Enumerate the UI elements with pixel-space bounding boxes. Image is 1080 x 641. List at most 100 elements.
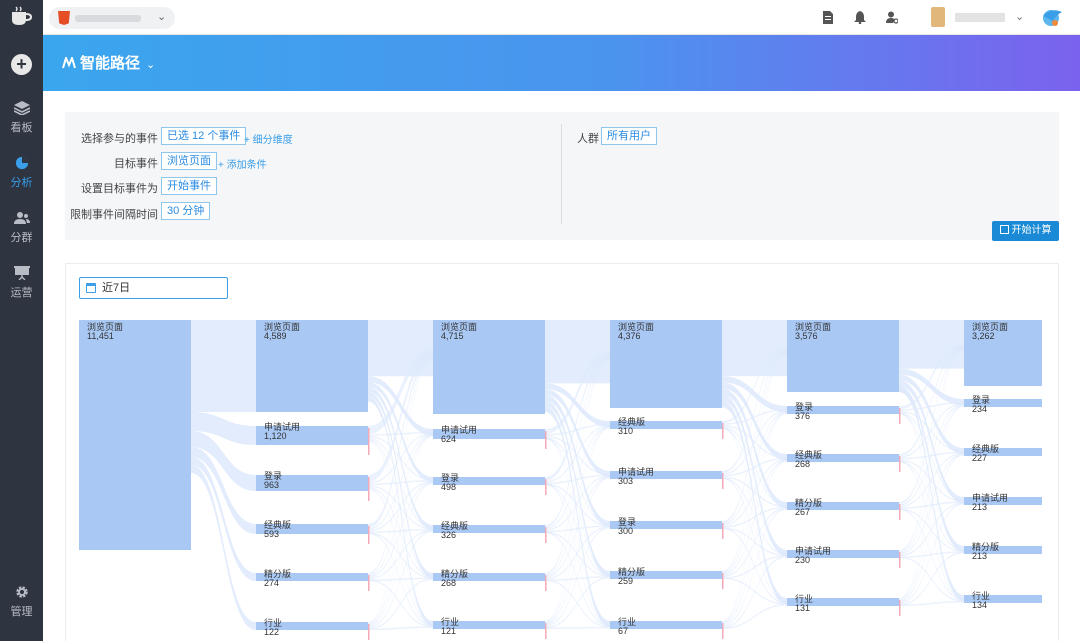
bell-icon[interactable]: [854, 11, 866, 24]
sankey-node-value: 963: [264, 480, 279, 490]
sankey-node-value: 4,589: [264, 331, 287, 341]
sankey-link: [545, 320, 610, 384]
sankey-node-value: 300: [618, 526, 633, 536]
sankey-node-value: 134: [972, 600, 987, 610]
sankey-link: [191, 320, 256, 412]
users-icon: [13, 212, 30, 224]
sankey-node-value: 227: [972, 453, 987, 463]
sankey-node-value: 3,262: [972, 331, 995, 341]
sankey-node-value: 326: [441, 530, 456, 540]
project-selector[interactable]: ⌄: [49, 7, 175, 29]
sankey-node-dropoff: [368, 575, 370, 591]
set-target-label: 设置目标事件为: [81, 183, 158, 195]
sankey-node-dropoff: [545, 479, 547, 495]
sankey-node-value: 121: [441, 626, 456, 636]
crowd-select[interactable]: 所有用户: [601, 127, 657, 145]
divider: [561, 124, 562, 224]
html5-icon: [58, 11, 70, 25]
crowd-label: 人群: [577, 133, 599, 145]
sankey-node-dropoff: [545, 527, 547, 543]
project-name-redacted: [75, 15, 141, 22]
coffee-cup-logo-icon[interactable]: [9, 6, 33, 28]
sankey-node-value: 268: [795, 459, 810, 469]
nav-item-manage[interactable]: 管理: [0, 585, 43, 629]
sankey-node[interactable]: [79, 320, 191, 550]
nav-item-dashboard[interactable]: 看板: [0, 101, 43, 145]
sankey-link: [368, 320, 433, 377]
sankey-node-dropoff: [368, 526, 370, 544]
date-range-label: 近7日: [102, 282, 131, 294]
sankey-node-value: 213: [972, 551, 987, 561]
sankey-node-value: 498: [441, 482, 456, 492]
page-title: 智能路径: [80, 55, 141, 72]
events-select[interactable]: 已选 12 个事件: [161, 127, 247, 145]
document-icon[interactable]: [822, 11, 834, 24]
chevron-down-icon: ⌄: [146, 59, 156, 71]
sankey-node-value: 230: [795, 555, 810, 565]
sankey-node-dropoff: [722, 523, 724, 539]
sankey-node-dropoff: [368, 428, 370, 455]
nav-item-label: 管理: [10, 606, 33, 618]
sankey-node-dropoff: [368, 624, 370, 640]
sankey-node-value: 303: [618, 476, 633, 486]
sankey-node-value: 122: [264, 627, 279, 637]
target-event-select[interactable]: 浏览页面: [161, 152, 217, 170]
date-range-picker[interactable]: 近7日: [79, 277, 228, 299]
nav-item-label: 看板: [10, 122, 33, 134]
pie-chart-icon: [15, 156, 28, 170]
add-condition-link[interactable]: + 添加条件: [218, 156, 267, 171]
sankey-node-dropoff: [722, 573, 724, 589]
top-bar: ⌄ ⌄: [43, 0, 1080, 35]
brand-bird-icon[interactable]: [1041, 7, 1063, 27]
sankey-node-value: 310: [618, 426, 633, 436]
calculator-icon: [999, 225, 1009, 234]
sankey-link: [722, 320, 787, 377]
add-icon[interactable]: +: [11, 54, 32, 75]
path-logo-icon: [62, 57, 76, 69]
sankey-node-dropoff: [368, 477, 370, 501]
sankey-node-value: 259: [618, 576, 633, 586]
sankey-node-dropoff: [545, 575, 547, 591]
sankey-node-value: 267: [795, 507, 810, 517]
sankey-node-dropoff: [899, 408, 901, 424]
page-header: 智能路径 ⌄: [43, 35, 1080, 91]
calendar-icon: [86, 283, 96, 293]
avatar[interactable]: [931, 7, 945, 27]
sankey-node-value: 274: [264, 578, 279, 588]
user-settings-icon[interactable]: [886, 11, 898, 24]
target-label: 目标事件: [114, 158, 158, 170]
sankey-node-value: 213: [972, 502, 987, 512]
sankey-node-value: 11,451: [87, 331, 114, 341]
sankey-node-value: 234: [972, 404, 987, 414]
target-type-select[interactable]: 开始事件: [161, 177, 217, 195]
nav-item-segments[interactable]: 分群: [0, 211, 43, 255]
presentation-icon: [13, 266, 30, 280]
chevron-down-icon[interactable]: ⌄: [1015, 10, 1024, 23]
sankey-node-dropoff: [899, 552, 901, 568]
nav-item-analysis[interactable]: 分析: [0, 156, 43, 200]
chevron-down-icon: ⌄: [157, 11, 167, 23]
page-title-dropdown[interactable]: 智能路径 ⌄: [62, 52, 155, 73]
sankey-node-dropoff: [545, 623, 547, 639]
sankey-node-value: 624: [441, 434, 456, 444]
nav-item-label: 分群: [10, 232, 33, 244]
sankey-node-dropoff: [722, 423, 724, 439]
sankey-node-value: 3,576: [795, 331, 818, 341]
sankey-node-value: 4,715: [441, 331, 464, 341]
add-dimension-link[interactable]: + 细分维度: [244, 131, 293, 146]
gear-icon: [15, 586, 28, 598]
interval-input[interactable]: 30 分钟: [161, 202, 211, 220]
sankey-link: [899, 320, 964, 369]
start-calculation-button[interactable]: 开始计算: [992, 221, 1059, 241]
sankey-node-value: 268: [441, 578, 456, 588]
left-nav: + 看板 分析 分群 运营 管理: [0, 0, 43, 641]
sankey-node-value: 1,120: [264, 431, 287, 441]
sankey-node-dropoff: [899, 456, 901, 472]
sankey-node-dropoff: [722, 473, 724, 489]
nav-item-operations[interactable]: 运营: [0, 266, 43, 310]
nav-item-label: 运营: [10, 287, 33, 299]
sankey-node-dropoff: [722, 623, 724, 639]
filter-panel: 选择参与的事件 已选 12 个事件 + 细分维度 目标事件 浏览页面 + 添加条…: [65, 112, 1059, 240]
sankey-node-value: 67: [618, 626, 628, 636]
sankey-node-dropoff: [545, 431, 547, 449]
